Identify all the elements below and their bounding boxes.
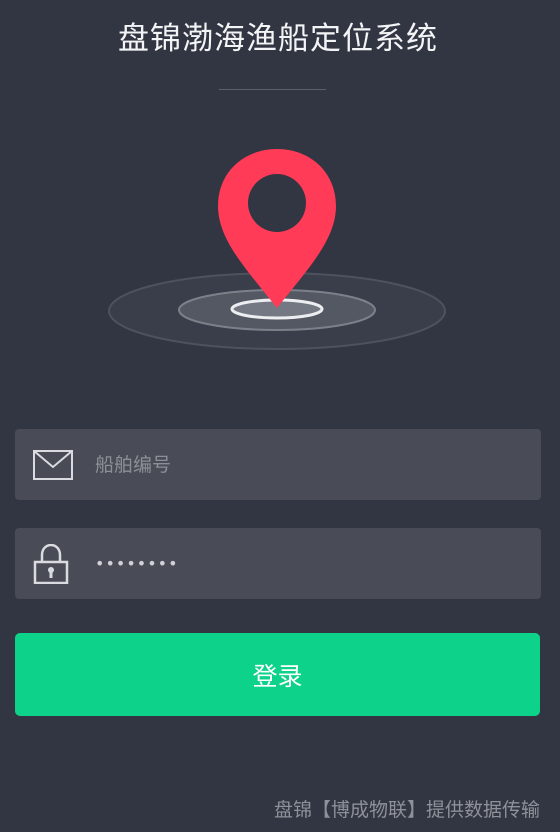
title-divider xyxy=(219,89,326,90)
ship-number-field[interactable] xyxy=(15,429,541,500)
login-button[interactable]: 登录 xyxy=(15,633,540,716)
page-title: 盘锦渤海渔船定位系统 xyxy=(118,21,438,57)
password-field[interactable] xyxy=(15,528,541,599)
footer-credit: 盘锦【博成物联】提供数据传输 xyxy=(273,799,540,821)
ship-number-input[interactable] xyxy=(95,429,525,500)
password-input[interactable] xyxy=(95,528,525,599)
envelope-icon xyxy=(33,450,73,480)
pin-hole xyxy=(248,174,306,232)
padlock-icon xyxy=(33,544,69,584)
location-pin-icon xyxy=(108,149,446,350)
